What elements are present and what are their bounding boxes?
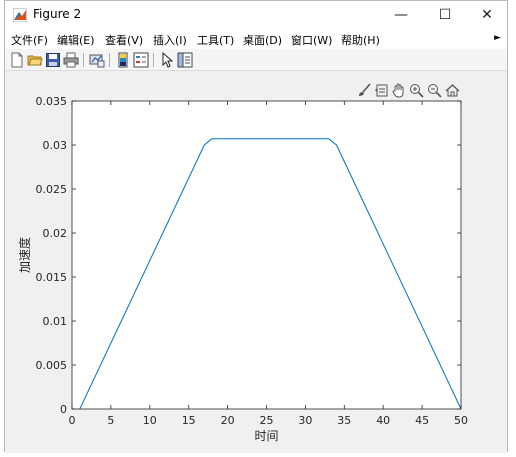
x-tick-label: 10 <box>143 414 157 427</box>
background-window-right <box>508 0 516 457</box>
y-tick-label: 0.02 <box>43 227 68 240</box>
figure-window: Figure 2 — ☐ ✕ 文件(F) 编辑(E) 查看(V) 插入(I) 工… <box>4 0 508 453</box>
y-axis-label: 加速度 <box>17 237 32 273</box>
y-tick-label: 0.015 <box>36 271 68 284</box>
x-tick-label: 5 <box>107 414 114 427</box>
x-tick-label: 0 <box>69 414 76 427</box>
y-tick-label: 0.035 <box>36 95 68 108</box>
x-tick-label: 20 <box>221 414 235 427</box>
y-tick-label: 0.005 <box>36 359 68 372</box>
x-tick-label: 40 <box>376 414 390 427</box>
x-tick-label: 30 <box>298 414 312 427</box>
y-tick-label: 0.01 <box>43 315 68 328</box>
y-tick-label: 0.025 <box>36 183 68 196</box>
x-axis-label: 时间 <box>254 429 278 443</box>
x-tick-label: 35 <box>337 414 351 427</box>
x-tick-label: 15 <box>182 414 196 427</box>
y-tick-label: 0 <box>60 403 67 416</box>
y-tick-label: 0.03 <box>43 139 68 152</box>
x-tick-label: 25 <box>260 414 274 427</box>
plot-background <box>72 101 461 409</box>
line-chart[interactable]: 0 5 10 15 20 25 30 35 40 45 50 0 0.005 0.01 0.015 0.02 0… <box>5 1 507 451</box>
x-tick-label: 50 <box>454 414 468 427</box>
x-tick-label: 45 <box>415 414 429 427</box>
